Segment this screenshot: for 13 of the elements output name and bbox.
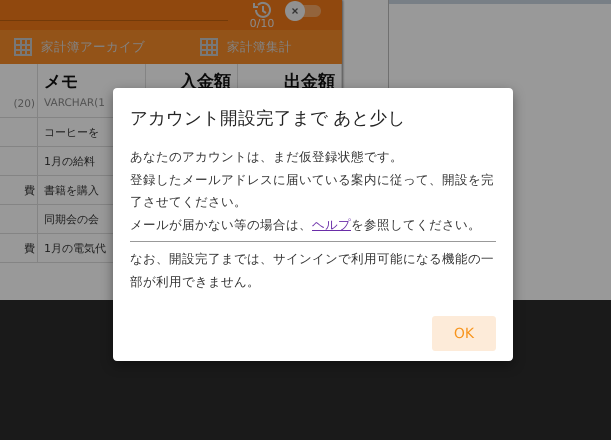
ok-button[interactable]: OK bbox=[432, 316, 496, 351]
column-type: VARCHAR(1 bbox=[44, 97, 106, 109]
table-cell: 費 bbox=[0, 176, 38, 204]
grid-icon bbox=[14, 38, 32, 56]
column-type: (20) bbox=[13, 98, 35, 110]
counter-text: 0/10 bbox=[250, 18, 274, 30]
grid-icon bbox=[200, 38, 218, 56]
help-link[interactable]: ヘルプ bbox=[312, 216, 351, 232]
table-cell: 費 bbox=[0, 234, 38, 262]
close-icon[interactable] bbox=[290, 6, 300, 16]
tab[interactable]: 家計簿アーカイブ bbox=[0, 38, 200, 56]
tab[interactable]: 家計簿集計 bbox=[200, 38, 292, 56]
column-name: メモ bbox=[44, 71, 79, 93]
